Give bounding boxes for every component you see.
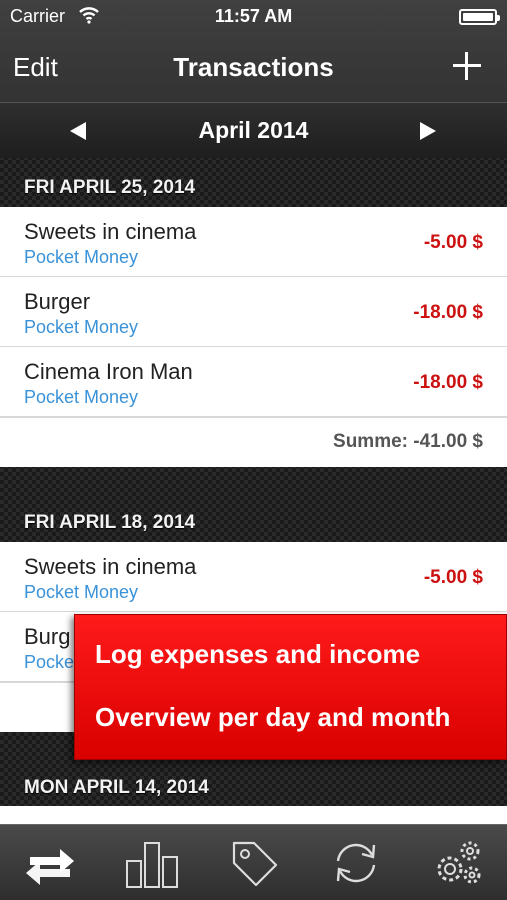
promo-line-2: Overview per day and month bbox=[95, 702, 451, 732]
promo-banner: Log expenses and income Overview per day… bbox=[74, 614, 507, 760]
chevron-right-icon[interactable] bbox=[420, 122, 436, 140]
sync-icon bbox=[336, 843, 376, 883]
tab-bar bbox=[0, 824, 507, 900]
transaction-title: Sweets in cinema bbox=[24, 554, 197, 579]
status-time: 11:57 AM bbox=[214, 6, 293, 26]
promo-line-1: Log expenses and income bbox=[95, 639, 421, 669]
status-bar: Carrier 11:57 AM bbox=[0, 0, 507, 34]
transaction-category: Pocket Money bbox=[24, 582, 139, 602]
transaction-category: Pocket Money bbox=[24, 317, 139, 337]
header: Carrier 11:57 AM Edit Transactions bbox=[0, 0, 507, 102]
page-title: Transactions bbox=[173, 52, 334, 82]
transaction-row[interactable]: Cinema Iron Man Pocket Money -18.00 $ bbox=[0, 347, 507, 417]
transaction-group bbox=[0, 806, 507, 826]
tab-sync[interactable] bbox=[326, 833, 386, 893]
transaction-title: Sweets in cinema bbox=[24, 219, 197, 244]
transaction-row[interactable]: Burger Pocket Money -18.00 $ bbox=[0, 277, 507, 347]
transaction-category: Pocket Money bbox=[24, 247, 139, 267]
transaction-amount: -18.00 $ bbox=[413, 372, 483, 393]
transaction-amount: -5.00 $ bbox=[423, 232, 483, 253]
plus-icon[interactable] bbox=[451, 50, 483, 82]
transaction-category: Pocket Money bbox=[24, 387, 139, 407]
transaction-row[interactable]: Sweets in cinema Pocket Money -5.00 $ bbox=[0, 542, 507, 612]
tab-statistics[interactable] bbox=[122, 833, 182, 893]
transaction-title: Cinema Iron Man bbox=[24, 359, 193, 384]
transactions-icon bbox=[26, 849, 74, 885]
tag-icon bbox=[232, 841, 278, 887]
settings-icon bbox=[437, 841, 481, 884]
tab-transactions[interactable] bbox=[20, 833, 80, 893]
sum-row: Summe: -41.00 $ bbox=[0, 417, 507, 467]
transaction-title: Burger bbox=[24, 289, 91, 314]
transaction-amount: -5.00 $ bbox=[423, 567, 483, 588]
transaction-title: Burg bbox=[24, 624, 71, 649]
transaction-group: Sweets in cinema Pocket Money -5.00 $ Bu… bbox=[0, 207, 507, 467]
bar-chart-icon bbox=[126, 842, 178, 888]
tab-settings[interactable] bbox=[428, 833, 488, 893]
sum-total: Summe: -41.00 $ bbox=[333, 431, 483, 452]
day-header: FRI APRIL 25, 2014 bbox=[24, 177, 196, 198]
day-header: FRI APRIL 18, 2014 bbox=[24, 512, 196, 533]
month-selector: April 2014 bbox=[0, 102, 507, 158]
transaction-amount: -18.00 $ bbox=[413, 302, 483, 323]
transaction-row[interactable]: Sweets in cinema Pocket Money -5.00 $ bbox=[0, 207, 507, 277]
tab-categories[interactable] bbox=[224, 833, 284, 893]
day-header: MON APRIL 14, 2014 bbox=[24, 777, 209, 798]
battery-icon bbox=[459, 9, 500, 25]
transaction-category: Pocke bbox=[24, 652, 75, 672]
